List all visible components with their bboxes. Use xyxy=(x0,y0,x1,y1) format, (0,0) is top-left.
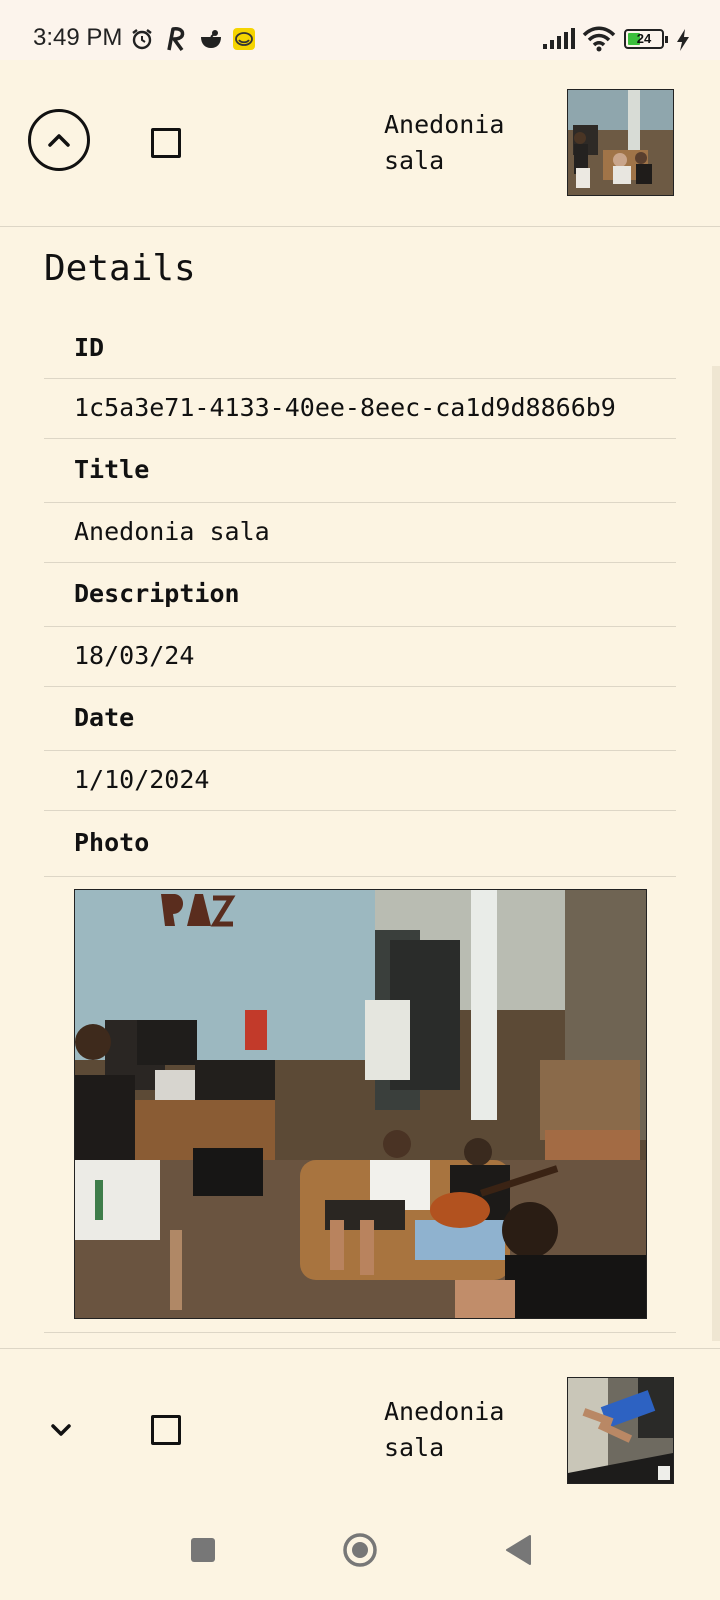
system-nav-bar xyxy=(0,1508,720,1600)
status-bar: 3:49 PM 24 xyxy=(0,0,720,60)
chevron-up-icon xyxy=(48,134,70,147)
field-label: Title xyxy=(74,455,150,484)
field-label: Description xyxy=(74,579,240,608)
item-title: Anedonia sala xyxy=(384,110,505,175)
photo-row-divider xyxy=(44,1319,676,1333)
field-value-date: 1/10/2024 xyxy=(44,751,676,811)
chevron-down-icon[interactable] xyxy=(50,1422,72,1438)
field-label-id: ID xyxy=(44,321,676,379)
recents-square-icon[interactable] xyxy=(190,1537,216,1563)
r-app-icon xyxy=(167,27,185,52)
item-thumbnail[interactable] xyxy=(567,89,674,196)
wifi-icon xyxy=(582,26,616,52)
item-checkbox[interactable] xyxy=(151,128,181,158)
cup-icon xyxy=(201,30,221,48)
field-value: 1c5a3e71-4133-40ee-8eec-ca1d9d8866b9 xyxy=(74,393,616,422)
scrollbar[interactable] xyxy=(712,366,720,1341)
field-value-id: 1c5a3e71-4133-40ee-8eec-ca1d9d8866b9 xyxy=(44,379,676,439)
field-label: Photo xyxy=(74,828,150,857)
room-photo[interactable] xyxy=(74,889,647,1319)
field-value-description: 18/03/24 xyxy=(44,627,676,687)
battery-icon: 24 xyxy=(624,29,668,49)
field-value: Anedonia sala xyxy=(74,517,270,546)
battery-level: 24 xyxy=(636,31,652,46)
home-circle-icon[interactable] xyxy=(342,1532,378,1568)
back-triangle-icon[interactable] xyxy=(504,1534,532,1566)
field-label: Date xyxy=(74,703,135,732)
field-label: ID xyxy=(74,333,105,362)
field-value-title: Anedonia sala xyxy=(44,503,676,563)
collapse-button[interactable] xyxy=(28,109,90,171)
status-time: 3:49 PM xyxy=(33,24,123,51)
field-label-photo: Photo xyxy=(44,811,676,877)
field-value: 1/10/2024 xyxy=(74,765,210,794)
item-checkbox[interactable] xyxy=(151,1415,181,1445)
details-heading: Details xyxy=(44,248,196,289)
charging-icon xyxy=(677,29,689,51)
item-thumbnail[interactable] xyxy=(567,1377,674,1484)
alarm-icon xyxy=(132,29,152,50)
item-title: Anedonia sala xyxy=(384,1397,505,1462)
emoji-app-icon xyxy=(233,28,255,50)
field-label-date: Date xyxy=(44,687,676,751)
field-label-title: Title xyxy=(44,439,676,503)
field-label-description: Description xyxy=(44,563,676,627)
signal-icon xyxy=(543,28,575,49)
field-value: 18/03/24 xyxy=(74,641,195,670)
